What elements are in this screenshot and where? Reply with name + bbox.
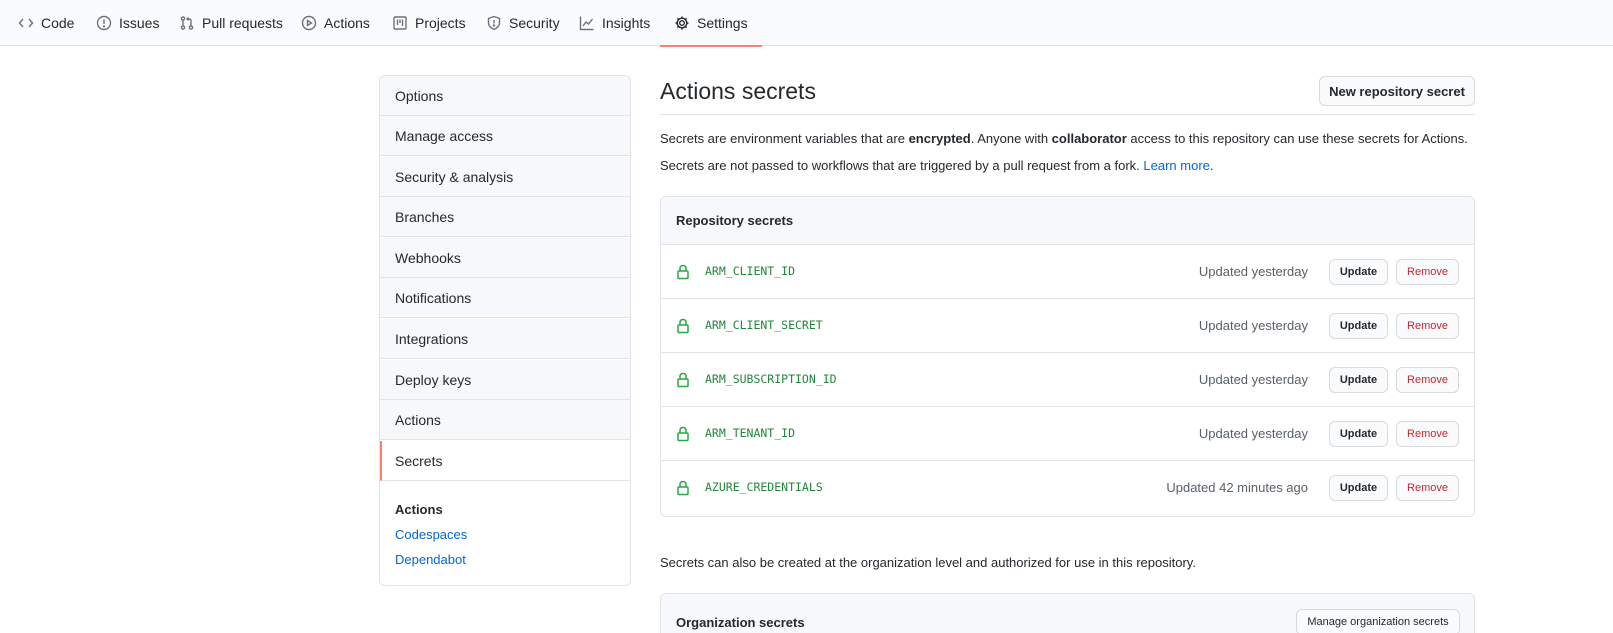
repository-secrets-heading: Repository secrets — [661, 197, 1474, 245]
secret-updated: Updated yesterday — [1198, 426, 1308, 441]
tab-label: Pull requests — [202, 15, 283, 31]
manage-organization-secrets-button[interactable]: Manage organization secrets — [1296, 609, 1460, 633]
sidebar-item-secrets[interactable]: Secrets — [380, 441, 630, 481]
secret-updated: Updated yesterday — [1198, 318, 1308, 333]
tab-label: Settings — [697, 15, 748, 31]
shield-icon — [486, 15, 502, 31]
sidebar-item-label: Deploy keys — [395, 371, 472, 388]
sidebar-item-label: Notifications — [395, 289, 472, 306]
tab-label: Insights — [602, 15, 651, 31]
desc-text: . Anyone with — [970, 131, 1052, 146]
sidebar-item-label: Options — [395, 87, 444, 104]
repo-nav: Code Issues Pull requests Actions Projec… — [0, 0, 1613, 47]
remove-secret-button[interactable]: Remove — [1396, 313, 1459, 339]
desc-bold-encrypted: encrypted — [908, 131, 971, 146]
tab-label: Security — [509, 15, 560, 31]
secret-row: ARM_CLIENT_SECRET Updated yesterday Upda… — [661, 299, 1474, 353]
secret-updated: Updated yesterday — [1198, 264, 1308, 279]
secret-row: ARM_SUBSCRIPTION_ID Updated yesterday Up… — [661, 353, 1474, 407]
repository-secrets-box: Repository secrets ARM_CLIENT_ID Updated… — [660, 196, 1475, 517]
sidebar-item-label: Integrations — [395, 330, 469, 347]
gear-icon — [674, 15, 690, 31]
secret-updated: Updated 42 minutes ago — [1166, 480, 1308, 495]
sidebar-item-label: Manage access — [395, 127, 494, 144]
tab-projects[interactable]: Projects — [392, 0, 466, 46]
fork-note: Secrets are not passed to workflows that… — [660, 158, 1214, 173]
tab-label: Projects — [415, 15, 466, 31]
secret-row: AZURE_CREDENTIALS Updated 42 minutes ago… — [661, 461, 1474, 515]
remove-secret-button[interactable]: Remove — [1396, 367, 1459, 393]
sidebar-item-label: Webhooks — [395, 249, 461, 266]
issue-icon — [96, 15, 112, 31]
secrets-description: Secrets are environment variables that a… — [660, 131, 1468, 146]
lock-icon — [676, 480, 690, 496]
secret-name: AZURE_CREDENTIALS — [705, 480, 823, 494]
organization-secrets-box: Organization secrets Manage organization… — [660, 593, 1475, 633]
play-icon — [301, 15, 317, 31]
desc-bold-collaborator: collaborator — [1051, 131, 1127, 146]
organization-secrets-heading: Organization secrets — [676, 615, 805, 630]
sidebar-item-label: Security & analysis — [395, 168, 514, 185]
update-secret-button[interactable]: Update — [1329, 475, 1388, 501]
page-title: Actions secrets — [660, 78, 816, 104]
update-secret-button[interactable]: Update — [1329, 259, 1388, 285]
sidebar-link-dependabot[interactable]: Dependabot — [395, 552, 466, 567]
sidebar-item-label: Actions — [395, 411, 441, 428]
new-repository-secret-button[interactable]: New repository secret — [1319, 76, 1475, 106]
pull-request-icon — [179, 15, 195, 31]
sidebar-item-webhooks[interactable]: Webhooks — [380, 238, 630, 278]
desc-text: Secrets are environment variables that a… — [660, 131, 909, 146]
secret-name: ARM_SUBSCRIPTION_ID — [705, 372, 837, 386]
lock-icon — [676, 372, 690, 388]
tab-pull-requests[interactable]: Pull requests — [179, 0, 283, 46]
update-secret-button[interactable]: Update — [1329, 313, 1388, 339]
remove-secret-button[interactable]: Remove — [1396, 475, 1459, 501]
secret-row: ARM_CLIENT_ID Updated yesterday Update R… — [661, 245, 1474, 299]
secret-name: ARM_CLIENT_ID — [705, 264, 796, 278]
sidebar-item-branches[interactable]: Branches — [380, 197, 630, 237]
remove-secret-button[interactable]: Remove — [1396, 259, 1459, 285]
tab-security[interactable]: Security — [486, 0, 560, 46]
desc-text: access to this repository can use these … — [1126, 131, 1468, 146]
tab-label: Actions — [324, 15, 370, 31]
secret-name: ARM_TENANT_ID — [705, 426, 796, 440]
fork-note-text: Secrets are not passed to workflows that… — [660, 158, 1144, 173]
lock-icon — [676, 426, 690, 442]
fork-note-end: . — [1209, 158, 1214, 173]
tab-settings[interactable]: Settings — [660, 0, 762, 47]
remove-secret-button[interactable]: Remove — [1396, 421, 1459, 447]
sidebar-item-notifications[interactable]: Notifications — [380, 278, 630, 318]
sidebar-item-security-analysis[interactable]: Security & analysis — [380, 157, 630, 197]
project-icon — [392, 15, 408, 31]
update-secret-button[interactable]: Update — [1329, 367, 1388, 393]
sidebar-item-integrations[interactable]: Integrations — [380, 319, 630, 359]
sidebar-item-actions[interactable]: Actions — [380, 400, 630, 440]
tab-label: Issues — [119, 15, 160, 31]
sidebar-subheading: Actions — [395, 502, 443, 517]
learn-more-link[interactable]: Learn more — [1143, 158, 1209, 173]
lock-icon — [676, 318, 690, 334]
update-secret-button[interactable]: Update — [1329, 421, 1388, 447]
tab-insights[interactable]: Insights — [579, 0, 650, 46]
secret-name: ARM_CLIENT_SECRET — [705, 318, 823, 332]
secret-updated: Updated yesterday — [1198, 372, 1308, 387]
sidebar-item-deploy-keys[interactable]: Deploy keys — [380, 360, 630, 400]
organization-note: Secrets can also be created at the organ… — [660, 555, 1196, 570]
code-icon — [18, 15, 34, 31]
tab-issues[interactable]: Issues — [96, 0, 159, 46]
tab-label: Code — [41, 15, 75, 31]
tab-code[interactable]: Code — [18, 0, 74, 46]
lock-icon — [676, 264, 690, 280]
sidebar-link-codespaces[interactable]: Codespaces — [395, 527, 467, 542]
sidebar-item-manage-access[interactable]: Manage access — [380, 116, 630, 156]
sidebar-item-label: Branches — [395, 208, 455, 225]
sidebar-item-options[interactable]: Options — [380, 76, 630, 116]
tab-actions[interactable]: Actions — [301, 0, 370, 46]
sidebar-item-label: Secrets — [395, 452, 443, 469]
settings-sidebar: Options Manage access Security & analysi… — [379, 75, 631, 586]
graph-icon — [579, 15, 595, 31]
title-divider — [660, 114, 1475, 115]
secret-row: ARM_TENANT_ID Updated yesterday Update R… — [661, 407, 1474, 461]
